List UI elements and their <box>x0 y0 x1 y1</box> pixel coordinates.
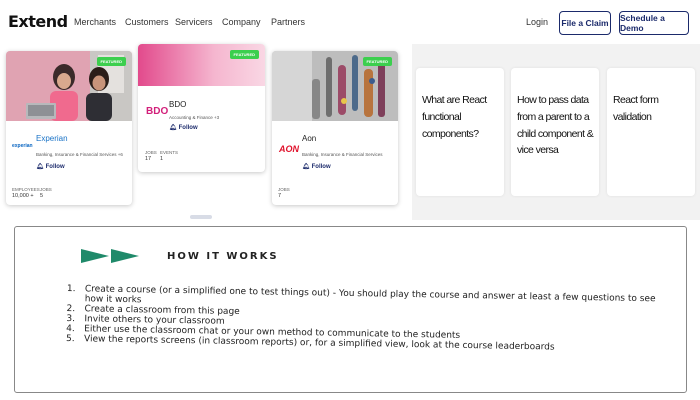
follow-label: Follow <box>311 163 331 170</box>
article-card-react-functional[interactable]: What are React functional components? <box>416 68 504 196</box>
login-link[interactable]: Login <box>526 17 548 27</box>
top-nav: Extend Merchants Customers Servicers Com… <box>0 0 700 44</box>
company-name[interactable]: Aon <box>302 134 316 143</box>
stat-value-events: 1 <box>160 156 164 162</box>
file-claim-button[interactable]: File a Claim <box>559 11 611 35</box>
company-industry: Banking, Insurance & Financial Services <box>302 152 383 157</box>
article-title: How to pass data from a parent to a chil… <box>517 94 594 157</box>
nav-link-partners[interactable]: Partners <box>271 17 305 27</box>
stat-value-jobs: 17 <box>145 156 152 162</box>
experian-logo: experian <box>12 143 33 149</box>
stat-label-jobs: JOBS <box>40 187 52 192</box>
stat-label-jobs: JOBS <box>278 187 290 192</box>
double-arrow-icon <box>81 249 139 263</box>
featured-badge: FEATURED <box>96 57 126 66</box>
featured-companies: FEATURED experian Experian Banking, Insu… <box>0 44 412 220</box>
company-card-bdo[interactable]: FEATURED BDO BDO Accounting & Finance +3… <box>138 44 265 172</box>
company-card-aon[interactable]: FEATURED AON Aon Banking, Insurance & Fi… <box>272 51 398 205</box>
stat-value-jobs: 7 <box>278 193 282 199</box>
stat-label-jobs: JOBS <box>145 150 157 155</box>
featured-badge: FEATURED <box>362 57 392 66</box>
how-it-works-panel: HOW IT WORKS 1. Create a course (or a sim… <box>14 226 687 393</box>
stat-label-employees: EMPLOYEES <box>12 187 40 192</box>
follow-label: Follow <box>178 124 198 131</box>
stat-value-jobs: 5 <box>40 193 44 199</box>
how-it-works-title: HOW IT WORKS <box>167 251 279 262</box>
carousel-scroll-indicator[interactable] <box>190 215 212 219</box>
nav-link-company[interactable]: Company <box>222 17 261 27</box>
article-title: What are React functional components? <box>422 94 487 140</box>
company-industry: Banking, Insurance & Financial Services … <box>36 152 123 157</box>
featured-badge: FEATURED <box>229 50 259 59</box>
stat-label-events: EVENTS <box>160 150 179 155</box>
follow-label: Follow <box>45 163 65 170</box>
article-list: What are React functional components? Ho… <box>412 44 700 220</box>
bell-icon: 🔔︎ <box>302 164 310 170</box>
stat-value-employees: 10,000 + <box>12 193 34 199</box>
extend-logo[interactable]: Extend <box>8 12 68 31</box>
bell-icon: 🔔︎ <box>36 164 44 170</box>
company-name[interactable]: Experian <box>36 134 68 143</box>
company-name[interactable]: BDO <box>169 100 186 109</box>
schedule-demo-button[interactable]: Schedule a Demo <box>619 11 689 35</box>
nav-link-servicers[interactable]: Servicers <box>175 17 213 27</box>
aon-logo: AON <box>279 144 299 154</box>
bdo-logo: BDO <box>146 106 169 117</box>
company-industry: Accounting & Finance +3 <box>169 115 220 120</box>
company-card-experian[interactable]: FEATURED experian Experian Banking, Insu… <box>6 51 132 205</box>
article-card-pass-data[interactable]: How to pass data from a parent to a chil… <box>511 68 599 196</box>
bell-icon: 🔔︎ <box>169 125 177 131</box>
article-card-form-validation[interactable]: React form validation <box>607 68 695 196</box>
nav-link-merchants[interactable]: Merchants <box>74 17 116 27</box>
follow-button[interactable]: 🔔︎ Follow <box>302 163 331 171</box>
follow-button[interactable]: 🔔︎ Follow <box>169 124 198 132</box>
follow-button[interactable]: 🔔︎ Follow <box>36 163 65 171</box>
steps-list: 1. Create a course (or a simplified one t… <box>66 284 677 355</box>
article-title: React form validation <box>613 94 659 123</box>
nav-link-customers[interactable]: Customers <box>125 17 169 27</box>
